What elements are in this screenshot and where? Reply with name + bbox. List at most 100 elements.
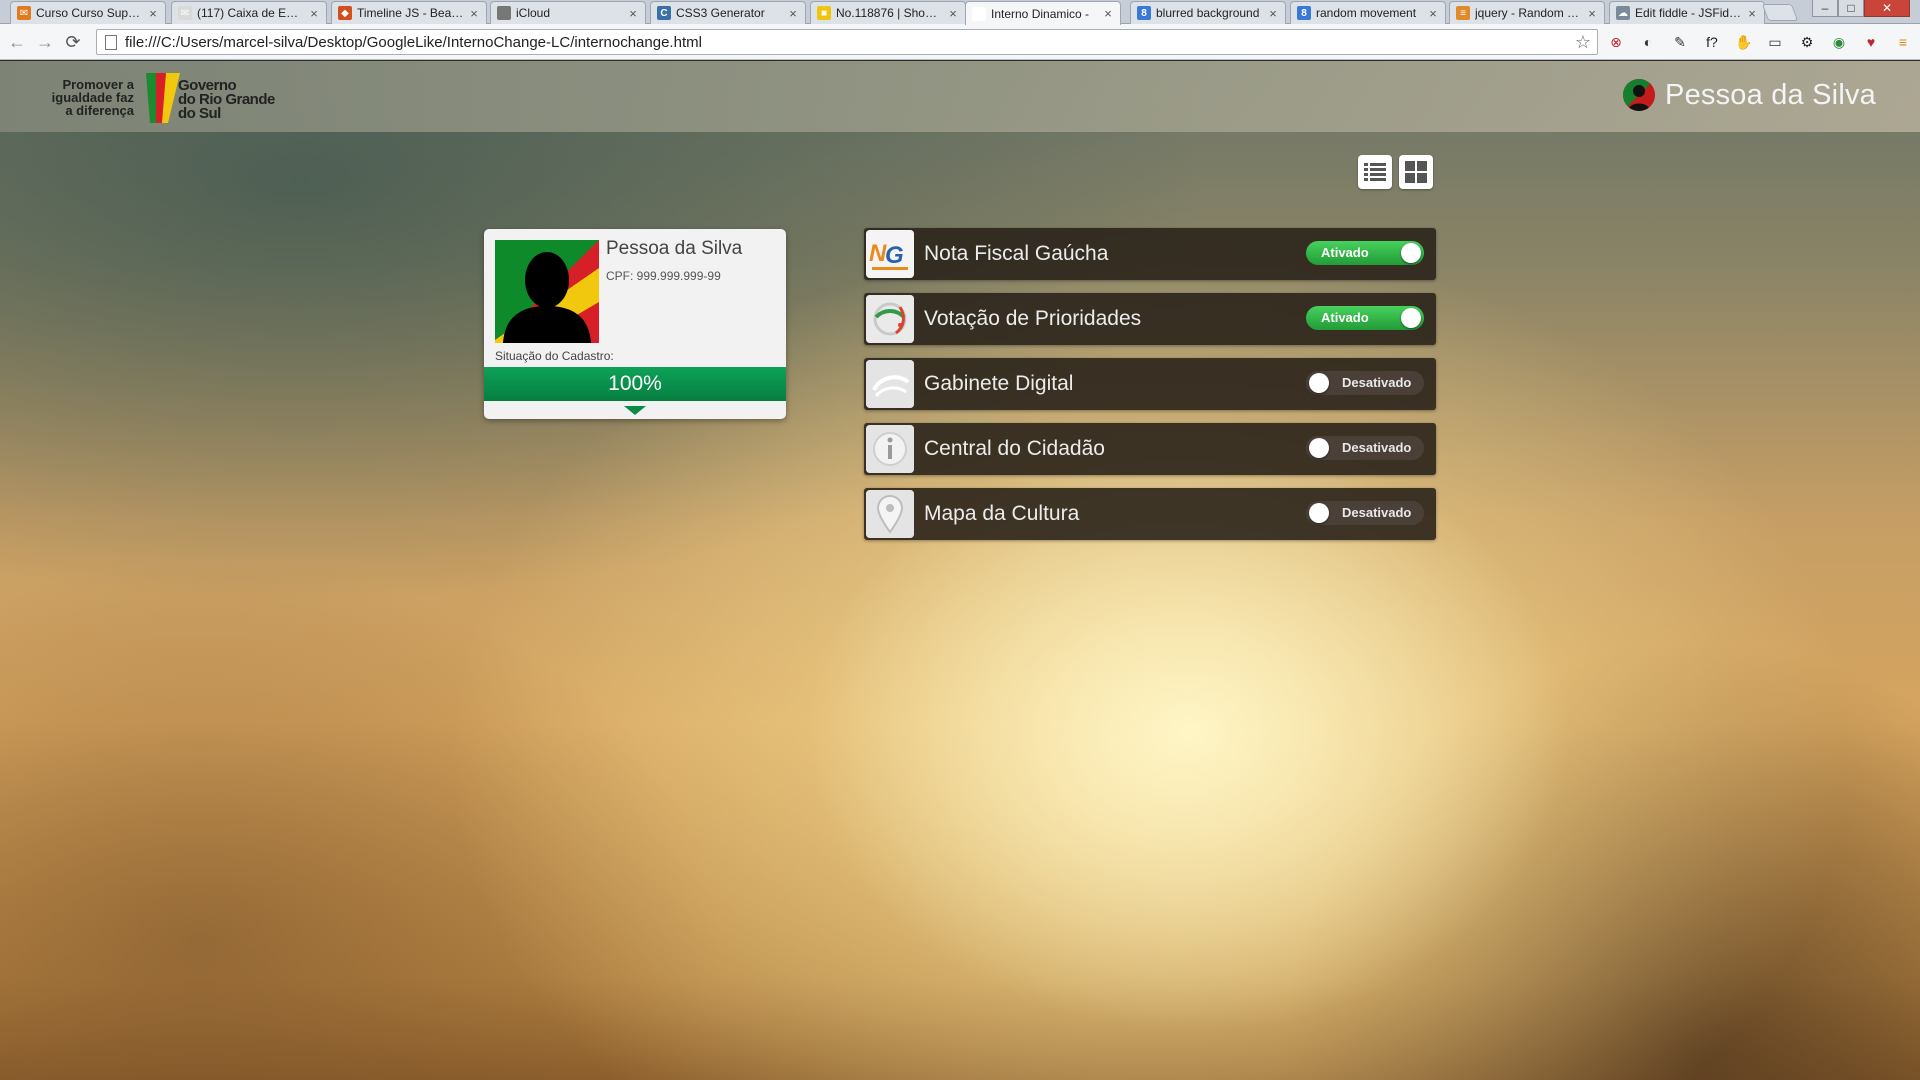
government-logo[interactable]: Promover a igualdade faz a diferença Gov… — [48, 67, 278, 125]
service-name: Nota Fiscal Gaúcha — [924, 242, 1109, 265]
browser-tab[interactable]: C CSS3 Generator × — [650, 1, 806, 24]
browser-extension-icon[interactable]: ♥ — [1861, 32, 1881, 52]
reload-button[interactable]: ⟳ — [62, 31, 84, 53]
tab-close-icon[interactable]: × — [468, 6, 480, 21]
tab-favicon-icon: C — [657, 6, 671, 20]
service-row[interactable]: N G Nota Fiscal Gaúcha Ativado — [864, 228, 1436, 280]
tab-favicon-icon: ■ — [817, 6, 831, 20]
tab-close-icon[interactable]: × — [1427, 6, 1439, 21]
window-close-button[interactable]: ✕ — [1864, 0, 1910, 17]
service-row[interactable]: Votação de Prioridades Ativado — [864, 293, 1436, 345]
browser-extension-icon[interactable]: ✎ — [1670, 32, 1690, 52]
browser-tab[interactable]: ≡ jquery - Random Mo × — [1449, 1, 1605, 24]
tab-close-icon[interactable]: × — [1102, 6, 1114, 21]
new-tab-button[interactable] — [1761, 4, 1799, 21]
logo-slogan: Promover a igualdade faz a diferença — [48, 78, 134, 117]
map-pin-icon — [866, 490, 914, 538]
info-icon — [866, 425, 914, 473]
browser-tab[interactable]: ✉ (117) Caixa de Entrad × — [171, 1, 327, 24]
browser-tab[interactable]: ◆ Timeline JS - Beautif × — [331, 1, 487, 24]
service-name: Central do Cidadão — [924, 437, 1105, 460]
logo-government-name: Governo do Rio Grande do Sul — [178, 78, 275, 122]
profile-cpf: CPF: 999.999.999-99 — [606, 269, 721, 283]
profile-card: Pessoa da Silva CPF: 999.999.999-99 Situ… — [484, 229, 786, 419]
tab-title: Interno Dinamico - — [991, 6, 1090, 21]
tab-favicon-icon: 8 — [1137, 6, 1151, 20]
window-maximize-button[interactable]: □ — [1838, 0, 1864, 17]
tab-favicon-icon — [497, 6, 511, 20]
tab-close-icon[interactable]: × — [1746, 6, 1758, 21]
service-toggle[interactable]: Desativado — [1306, 371, 1424, 395]
service-toggle-label: Ativado — [1321, 310, 1369, 325]
tab-close-icon[interactable]: × — [1586, 6, 1598, 21]
browser-tabstrip: ✉ Curso Curso Superio × ✉ (117) Caixa de Ent… — [0, 0, 1920, 25]
grid-view-button[interactable] — [1399, 155, 1433, 189]
tab-close-icon[interactable]: × — [1267, 6, 1279, 21]
service-toggle[interactable]: Desativado — [1306, 436, 1424, 460]
toggle-knob — [1309, 438, 1329, 458]
list-view-icon — [1364, 163, 1386, 181]
tab-title: iCloud — [516, 6, 551, 20]
browser-extension-icon[interactable]: ⚙ — [1797, 32, 1817, 52]
tab-close-icon[interactable]: × — [308, 6, 320, 21]
service-name: Mapa da Cultura — [924, 502, 1080, 525]
tab-close-icon[interactable]: × — [787, 6, 799, 21]
tab-title: jquery - Random Mo — [1475, 6, 1582, 20]
list-view-button[interactable] — [1358, 155, 1392, 189]
browser-extension-icon[interactable]: ▭ — [1765, 32, 1785, 52]
back-button[interactable]: ← — [6, 31, 28, 53]
browser-extension-icon[interactable]: ≡ — [1893, 32, 1913, 52]
tab-close-icon[interactable]: × — [147, 6, 159, 21]
browser-extension-icon[interactable]: ⊗ — [1606, 32, 1626, 52]
votacao-icon — [866, 295, 914, 343]
tab-close-icon[interactable]: × — [947, 6, 959, 21]
browser-extension-icon[interactable]: ◉ — [1829, 32, 1849, 52]
service-name: Votação de Prioridades — [924, 307, 1142, 330]
tab-favicon-icon: ◆ — [338, 6, 352, 20]
tab-title: Edit fiddle - JSFiddle — [1635, 6, 1742, 20]
gabinete-icon — [866, 360, 914, 408]
browser-extension-icon[interactable]: f? — [1702, 32, 1722, 52]
tab-close-icon[interactable]: × — [627, 6, 639, 21]
gov-name-line: do Sul — [178, 105, 221, 122]
service-toggle-label: Ativado — [1321, 245, 1369, 260]
browser-extension-icon[interactable]: ◐ — [1638, 32, 1658, 52]
profile-name: Pessoa da Silva — [606, 238, 743, 259]
service-toggle[interactable]: Desativado — [1306, 501, 1424, 525]
browser-tab[interactable]: ■ No.118876 | Show C × — [810, 1, 966, 24]
browser-tab[interactable]: 8 blurred background × — [1130, 1, 1286, 24]
window-minimize-button[interactable]: – — [1812, 0, 1838, 17]
service-row[interactable]: Mapa da Cultura Desativado — [864, 488, 1436, 540]
tab-title: No.118876 | Show C — [836, 6, 943, 20]
registration-status-label: Situação do Cadastro: — [495, 349, 614, 363]
toggle-knob — [1309, 503, 1329, 523]
service-row[interactable]: Gabinete Digital Desativado — [864, 358, 1436, 410]
service-row[interactable]: Central do Cidadão Desativado — [864, 423, 1436, 475]
service-toggle-label: Desativado — [1342, 440, 1412, 455]
browser-tab[interactable]: iCloud × — [490, 1, 646, 24]
tab-title: Curso Curso Superio — [36, 6, 143, 20]
profile-photo — [495, 240, 599, 343]
service-toggle[interactable]: Ativado — [1306, 241, 1424, 265]
header-user-menu[interactable]: Pessoa da Silva — [1623, 77, 1876, 113]
forward-button[interactable]: → — [34, 31, 56, 53]
browser-tab[interactable]: 8 random movement × — [1290, 1, 1446, 24]
tab-favicon-icon — [972, 6, 986, 21]
browser-extension-icon[interactable]: ✋ — [1734, 32, 1754, 52]
browser-tab[interactable]: ✉ Curso Curso Superio × — [10, 1, 166, 24]
service-list: N G Nota Fiscal Gaúcha Ativado Votação de Pr… — [864, 228, 1436, 553]
address-bar[interactable]: file:///C:/Users/marcel-silva/Desktop/Go… — [96, 29, 1598, 55]
page-icon — [105, 34, 117, 50]
service-toggle[interactable]: Ativado — [1306, 306, 1424, 330]
user-avatar-icon — [1623, 79, 1656, 111]
tab-favicon-icon: ≡ — [1456, 6, 1470, 20]
expand-arrow-icon[interactable] — [624, 406, 646, 415]
browser-tab[interactable]: ☁ Edit fiddle - JSFiddle × — [1609, 1, 1765, 24]
page-background: Promover a igualdade faz a diferença Gov… — [0, 61, 1920, 1080]
tab-favicon-icon: ✉ — [17, 6, 31, 20]
address-bar-url: file:///C:/Users/marcel-silva/Desktop/Go… — [125, 33, 702, 51]
toggle-knob — [1309, 373, 1329, 393]
browser-tab[interactable]: Interno Dinamico - × — [965, 1, 1121, 25]
view-mode-toggle — [1358, 155, 1433, 189]
bookmark-star-icon[interactable]: ☆ — [1575, 32, 1591, 53]
